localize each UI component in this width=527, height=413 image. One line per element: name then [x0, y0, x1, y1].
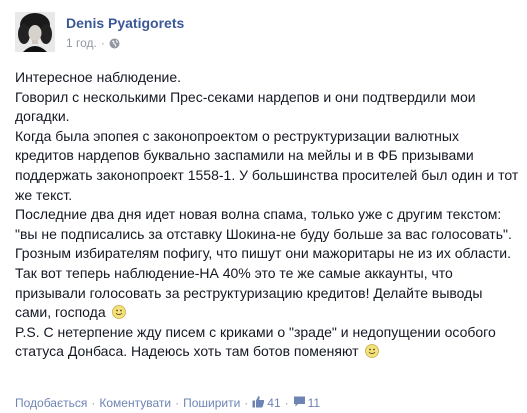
likes-count[interactable]: 41 — [267, 396, 280, 410]
post-paragraph: Интересное наблюдение. — [15, 69, 182, 85]
facebook-post: Denis Pyatigorets 1 год. · Интересное на… — [0, 0, 527, 413]
action-separator: · — [244, 396, 249, 410]
smile-emoji-icon — [364, 344, 379, 359]
post-paragraph-with-emoji: Последние два дня идет новая волна спама… — [15, 205, 519, 323]
comment-icon[interactable] — [293, 395, 306, 411]
post-paragraph-with-emoji: P.S. С нетерпение жду писем с криками о … — [15, 323, 519, 362]
share-button[interactable]: Поширити — [183, 396, 240, 410]
post-header: Denis Pyatigorets 1 год. · — [15, 12, 515, 57]
post-paragraph: P.S. С нетерпение жду писем с криками о … — [15, 323, 496, 360]
avatar[interactable] — [15, 12, 55, 52]
post-paragraph: Говорил с несколькими Прес-секами нардеп… — [15, 88, 476, 125]
post-time[interactable]: 1 год. — [66, 36, 97, 50]
smile-emoji-icon — [111, 305, 126, 320]
author-name[interactable]: Denis Pyatigorets — [66, 15, 184, 31]
post-paragraph: Последние два дня идет новая волна спама… — [15, 206, 512, 321]
post-meta: 1 год. · — [66, 36, 120, 50]
post-paragraph: Когда была эпопея с законопроектом о рес… — [15, 127, 519, 203]
post-body: Интересное наблюдение. Говорил с несколь… — [15, 68, 519, 362]
action-separator: · — [175, 396, 180, 410]
like-button[interactable]: Подобається — [15, 396, 87, 410]
action-separator: · — [91, 396, 96, 410]
action-separator: · — [284, 396, 289, 410]
post-actions: Подобається · Коментувати · Поширити · 4… — [15, 394, 320, 412]
thumbs-up-icon[interactable] — [252, 395, 265, 411]
comment-button[interactable]: Коментувати — [99, 396, 171, 410]
comments-count[interactable]: 11 — [308, 396, 320, 410]
meta-separator: · — [100, 36, 105, 50]
globe-icon[interactable] — [109, 38, 120, 49]
